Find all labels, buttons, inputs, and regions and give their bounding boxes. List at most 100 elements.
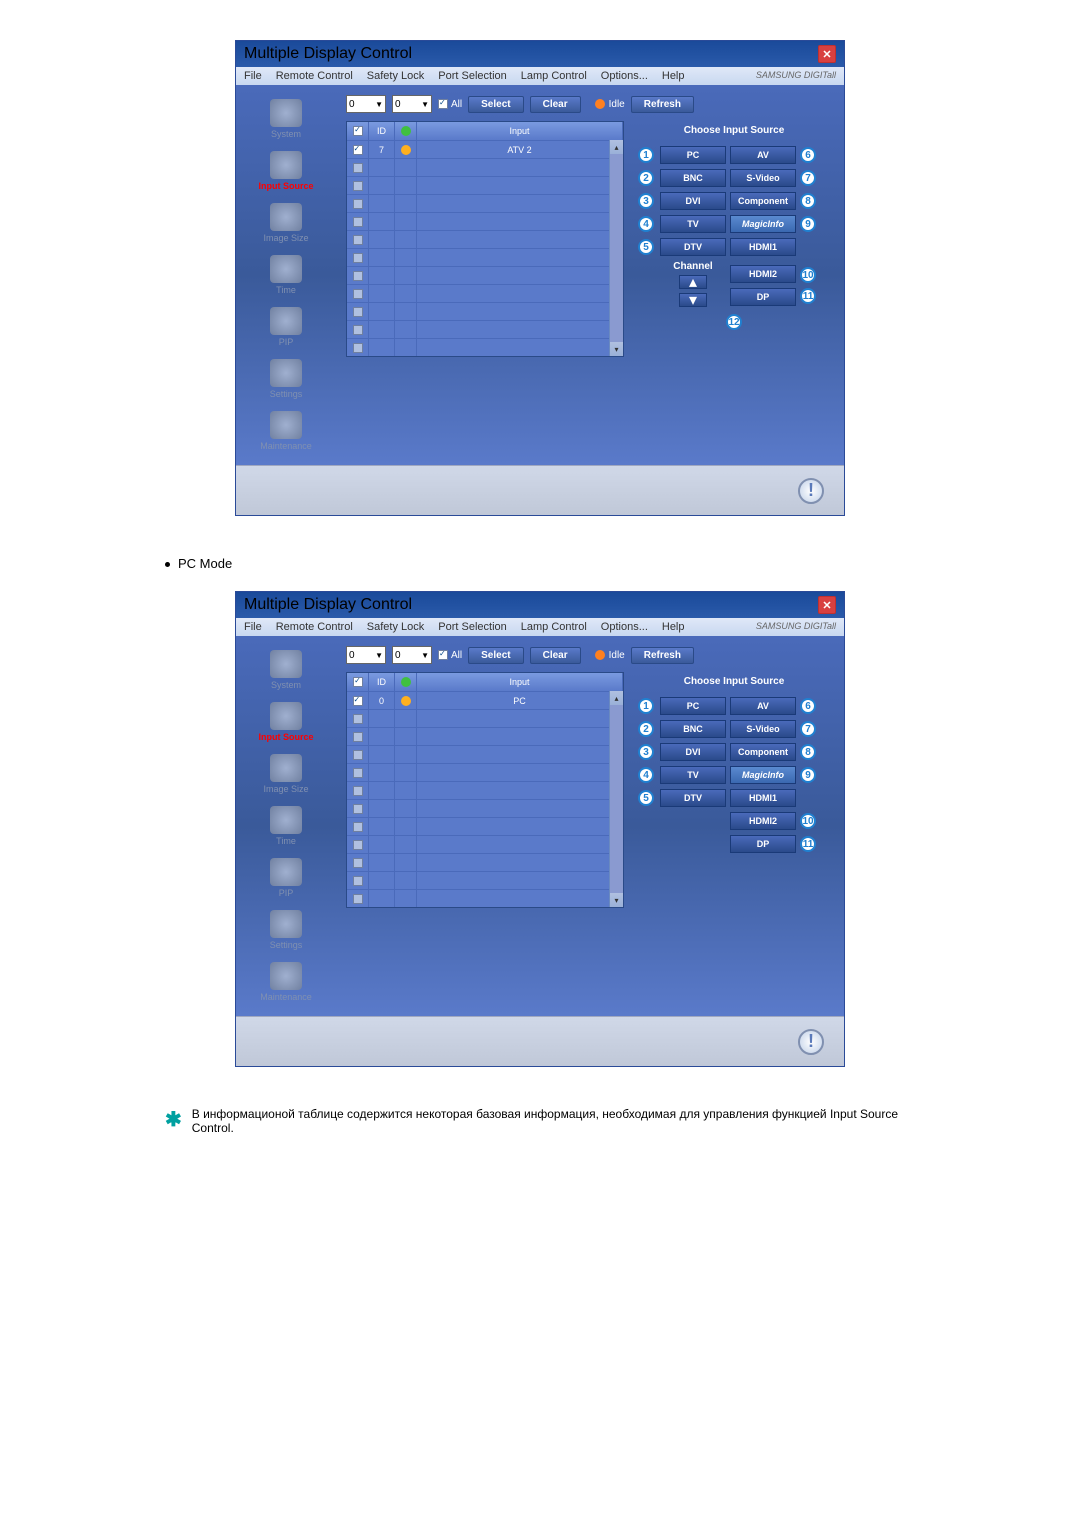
info-icon[interactable]: ! (798, 1029, 824, 1055)
sidebar-system[interactable]: System (236, 646, 336, 694)
callout-10: 10 (800, 267, 816, 283)
mdc-window-pc: Multiple Display Control ✕ File Remote C… (235, 591, 845, 1067)
menu-safety[interactable]: Safety Lock (367, 621, 424, 633)
component-button[interactable]: Component (730, 743, 796, 761)
sidebar: System Input Source Image Size Time PIP … (236, 85, 336, 465)
magicinfo-button[interactable]: MagicInfo (730, 766, 796, 784)
sidebar-time[interactable]: Time (236, 802, 336, 850)
menu-remote[interactable]: Remote Control (276, 621, 353, 633)
sidebar-image-size[interactable]: Image Size (236, 750, 336, 798)
info-icon[interactable]: ! (798, 478, 824, 504)
time-icon (270, 255, 302, 283)
sidebar-maintenance[interactable]: Maintenance (236, 958, 336, 1006)
callout-9: 9 (800, 216, 816, 232)
menu-lamp[interactable]: Lamp Control (521, 70, 587, 82)
tv-button[interactable]: TV (660, 215, 726, 233)
sidebar-system[interactable]: System (236, 95, 336, 143)
av-button[interactable]: AV (730, 146, 796, 164)
sidebar-input-source[interactable]: Input Source (236, 147, 336, 195)
tv-button[interactable]: TV (660, 766, 726, 784)
dtv-button[interactable]: DTV (660, 789, 726, 807)
dp-button[interactable]: DP (730, 835, 796, 853)
close-icon[interactable]: ✕ (818, 596, 836, 614)
clear-button[interactable]: Clear (530, 647, 581, 664)
scroll-up-icon[interactable]: ▴ (610, 140, 623, 154)
sidebar-settings[interactable]: Settings (236, 355, 336, 403)
table-row[interactable]: 0 PC (347, 691, 623, 709)
table-row[interactable]: 7 ATV 2 (347, 140, 623, 158)
sidebar-maintenance[interactable]: Maintenance (236, 407, 336, 455)
table-row (347, 302, 623, 320)
scrollbar[interactable]: ▴ ▾ (609, 691, 623, 907)
menu-remote[interactable]: Remote Control (276, 70, 353, 82)
menu-lamp[interactable]: Lamp Control (521, 621, 587, 633)
table-row (347, 194, 623, 212)
select-button[interactable]: Select (468, 647, 523, 664)
menu-port[interactable]: Port Selection (438, 70, 506, 82)
panel-title: Choose Input Source (638, 125, 830, 136)
dvi-button[interactable]: DVI (660, 192, 726, 210)
sidebar-settings[interactable]: Settings (236, 906, 336, 954)
all-checkbox[interactable]: All (438, 99, 462, 110)
menu-help[interactable]: Help (662, 621, 685, 633)
th-check[interactable] (347, 122, 369, 140)
scroll-up-icon[interactable]: ▴ (610, 691, 623, 705)
display-table: ID Input 0 PC (346, 672, 624, 908)
footer: ! (236, 465, 844, 515)
dropdown-1[interactable]: 0▼ (346, 646, 386, 664)
hdmi1-button[interactable]: HDMI1 (730, 238, 796, 256)
refresh-button[interactable]: Refresh (631, 96, 694, 113)
component-button[interactable]: Component (730, 192, 796, 210)
menu-help[interactable]: Help (662, 70, 685, 82)
scrollbar[interactable]: ▴ ▾ (609, 140, 623, 356)
menu-file[interactable]: File (244, 621, 262, 633)
select-button[interactable]: Select (468, 96, 523, 113)
pc-button[interactable]: PC (660, 697, 726, 715)
menu-safety[interactable]: Safety Lock (367, 70, 424, 82)
channel-down-button[interactable]: ▾ (679, 293, 707, 307)
dropdown-2[interactable]: 0▼ (392, 95, 432, 113)
av-button[interactable]: AV (730, 697, 796, 715)
bnc-button[interactable]: BNC (660, 720, 726, 738)
channel-up-button[interactable]: ▴ (679, 275, 707, 289)
bnc-button[interactable]: BNC (660, 169, 726, 187)
pc-button[interactable]: PC (660, 146, 726, 164)
menu-port[interactable]: Port Selection (438, 621, 506, 633)
dtv-button[interactable]: DTV (660, 238, 726, 256)
table-row (347, 176, 623, 194)
dvi-button[interactable]: DVI (660, 743, 726, 761)
table-row (347, 338, 623, 356)
magicinfo-button[interactable]: MagicInfo (730, 215, 796, 233)
refresh-button[interactable]: Refresh (631, 647, 694, 664)
chevron-down-icon: ▼ (375, 100, 383, 109)
sidebar-input-source[interactable]: Input Source (236, 698, 336, 746)
chevron-down-icon: ▼ (421, 100, 429, 109)
clear-button[interactable]: Clear (530, 96, 581, 113)
hdmi2-button[interactable]: HDMI2 (730, 812, 796, 830)
scroll-down-icon[interactable]: ▾ (610, 342, 623, 356)
th-id: ID (369, 122, 395, 140)
row-checkbox[interactable] (353, 145, 363, 155)
menu-options[interactable]: Options... (601, 70, 648, 82)
callout-11: 11 (800, 288, 816, 304)
table-row (347, 230, 623, 248)
sidebar-pip[interactable]: PIP (236, 854, 336, 902)
callout-5: 5 (638, 239, 654, 255)
hdmi1-button[interactable]: HDMI1 (730, 789, 796, 807)
svideo-button[interactable]: S-Video (730, 169, 796, 187)
sidebar-time[interactable]: Time (236, 251, 336, 299)
callout-7: 7 (800, 170, 816, 186)
dropdown-2[interactable]: 0▼ (392, 646, 432, 664)
menu-file[interactable]: File (244, 70, 262, 82)
sidebar-image-size[interactable]: Image Size (236, 199, 336, 247)
close-icon[interactable]: ✕ (818, 45, 836, 63)
hdmi2-button[interactable]: HDMI2 (730, 265, 796, 283)
sidebar-pip[interactable]: PIP (236, 303, 336, 351)
dropdown-1[interactable]: 0▼ (346, 95, 386, 113)
all-checkbox[interactable]: All (438, 650, 462, 661)
menu-options[interactable]: Options... (601, 621, 648, 633)
pip-icon (270, 307, 302, 335)
svideo-button[interactable]: S-Video (730, 720, 796, 738)
dp-button[interactable]: DP (730, 288, 796, 306)
scroll-down-icon[interactable]: ▾ (610, 893, 623, 907)
